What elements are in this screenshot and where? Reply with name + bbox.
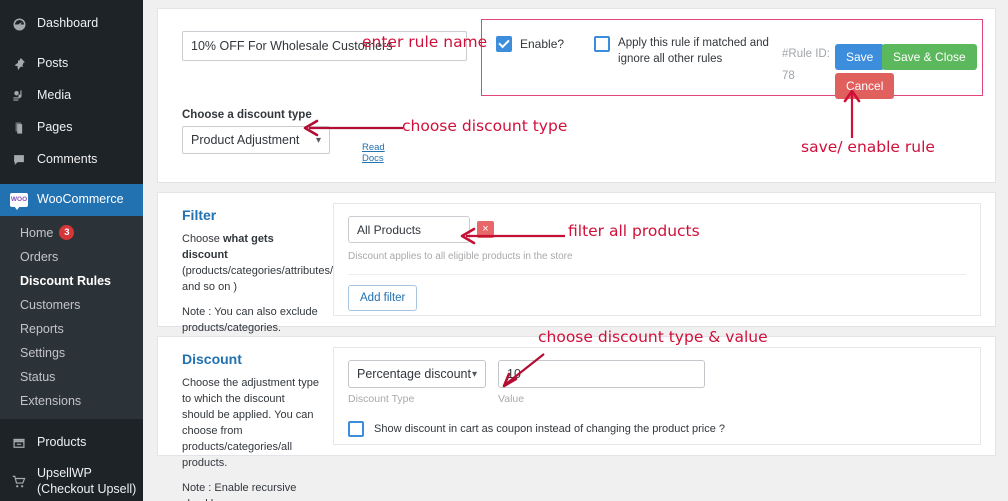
filter-desc-prefix: Choose bbox=[182, 233, 223, 245]
discount-type-label: Choose a discount type bbox=[182, 109, 312, 121]
sidebar-item-pages[interactable]: Pages bbox=[0, 112, 143, 144]
discount-type-value: Product Adjustment bbox=[191, 133, 300, 147]
sidebar-item-label: WooCommerce bbox=[37, 192, 124, 207]
discount-type-sublabel: Discount Type bbox=[348, 393, 415, 405]
rule-id-label: #Rule ID: bbox=[782, 48, 830, 60]
filter-divider bbox=[348, 274, 966, 275]
coupon-option-row: Show discount in cart as coupon instead … bbox=[348, 421, 966, 437]
discount-type-selected: Percentage discount bbox=[357, 367, 471, 381]
enable-save-panel: Enable? Apply this rule if matched and i… bbox=[481, 19, 983, 99]
sidebar-item-label: Products bbox=[37, 435, 87, 450]
sidebar-item-label: Posts bbox=[37, 56, 69, 71]
discount-panel: Discount Choose the adjustment type to w… bbox=[157, 336, 996, 501]
discount-value-sublabel: Value bbox=[498, 393, 525, 405]
woo-logo: WOO bbox=[10, 193, 28, 210]
discount-note: Note : Enable recursive checkbox bbox=[182, 481, 297, 501]
remove-filter-button[interactable]: × bbox=[477, 221, 494, 238]
show-as-coupon-checkbox[interactable] bbox=[348, 421, 364, 437]
discount-type-value-select[interactable]: Percentage discount ▾ bbox=[348, 360, 486, 388]
products-icon bbox=[10, 434, 28, 452]
chevron-down-icon: ▾ bbox=[471, 368, 477, 380]
app-root: Dashboard Posts Media Pages Comments WOO… bbox=[0, 0, 1008, 501]
apply-exclusive-checkbox[interactable] bbox=[594, 36, 611, 52]
sidebar-item-label: UpsellWP (Checkout Upsell) bbox=[37, 466, 137, 496]
cancel-button[interactable]: Cancel bbox=[835, 73, 895, 99]
show-as-coupon-label: Show discount in cart as coupon instead … bbox=[374, 423, 726, 435]
chevron-down-icon: ▾ bbox=[315, 134, 321, 146]
enable-label: Enable? bbox=[520, 37, 565, 51]
sidebar-subitem-home[interactable]: Home 3 bbox=[0, 220, 143, 245]
sidebar-item-comments[interactable]: Comments bbox=[0, 144, 143, 176]
read-docs-link[interactable]: Read Docs bbox=[362, 142, 385, 164]
sidebar-subitem-extensions[interactable]: Extensions bbox=[0, 389, 143, 413]
discount-title: Discount bbox=[182, 351, 242, 367]
sidebar-subitem-orders[interactable]: Orders bbox=[0, 245, 143, 269]
apply-exclusive-label: Apply this rule if matched and ignore al… bbox=[618, 37, 769, 65]
woocommerce-submenu: Home 3 Orders Discount Rules Customers R… bbox=[0, 216, 143, 419]
pages-icon bbox=[10, 119, 28, 137]
save-and-close-button[interactable]: Save & Close bbox=[882, 44, 977, 70]
main-content: Enable? Apply this rule if matched and i… bbox=[143, 0, 1008, 501]
filter-helper-text: Discount applies to all eligible product… bbox=[348, 251, 573, 262]
sidebar-subitem-label: Discount Rules bbox=[20, 274, 111, 288]
sidebar-item-posts[interactable]: Posts bbox=[0, 48, 143, 80]
sidebar-item-media[interactable]: Media bbox=[0, 80, 143, 112]
sidebar-item-label: Media bbox=[37, 88, 72, 103]
media-icon bbox=[10, 87, 28, 105]
sidebar-subitem-label: Home bbox=[20, 225, 54, 240]
pin-icon bbox=[10, 55, 28, 73]
sidebar-subitem-settings[interactable]: Settings bbox=[0, 341, 143, 365]
filter-panel: Filter Choose what gets discount (produc… bbox=[157, 192, 996, 334]
rule-id-value: 78 bbox=[782, 69, 795, 82]
filter-description: Choose what gets discount (products/cate… bbox=[182, 232, 356, 296]
sidebar-subitem-label: Extensions bbox=[20, 394, 82, 408]
woocommerce-icon: WOO bbox=[10, 191, 28, 210]
sidebar-subitem-customers[interactable]: Customers bbox=[0, 293, 143, 317]
filter-target-value: All Products bbox=[357, 222, 422, 237]
sidebar-item-label: Dashboard bbox=[37, 16, 99, 31]
add-filter-button[interactable]: Add filter bbox=[348, 285, 418, 311]
discount-type-field: Choose a discount type Product Adjustmen… bbox=[182, 109, 385, 164]
enable-checkbox[interactable] bbox=[496, 36, 512, 52]
sidebar-item-label: Pages bbox=[37, 120, 73, 135]
sidebar-item-dashboard[interactable]: Dashboard bbox=[0, 8, 143, 40]
rule-name-input[interactable] bbox=[182, 31, 467, 61]
filter-target-select[interactable]: All Products bbox=[348, 216, 470, 243]
sidebar-subitem-status[interactable]: Status bbox=[0, 365, 143, 389]
sidebar-subitem-discount-rules[interactable]: Discount Rules bbox=[0, 269, 143, 293]
filter-title: Filter bbox=[182, 207, 217, 223]
filter-description-column: Filter Choose what gets discount (produc… bbox=[158, 193, 356, 334]
comments-icon bbox=[10, 151, 28, 169]
sidebar-item-products[interactable]: Products bbox=[0, 427, 143, 459]
sidebar-item-upsellwp[interactable]: UpsellWP (Checkout Upsell) bbox=[0, 459, 143, 501]
discount-description: Choose the adjustment type to which the … bbox=[182, 377, 319, 469]
sidebar-subitem-label: Customers bbox=[20, 298, 81, 312]
sidebar-subitem-label: Orders bbox=[20, 250, 59, 264]
sidebar-item-woocommerce[interactable]: WOO WooCommerce bbox=[0, 184, 143, 216]
filter-controls: All Products × Discount applies to all e… bbox=[333, 203, 981, 316]
sidebar-item-label: Comments bbox=[37, 152, 98, 167]
discount-row: Percentage discount ▾ Discount Type Valu… bbox=[348, 360, 966, 405]
filter-note: Note : You can also exclude products/cat… bbox=[182, 305, 318, 334]
sidebar-subitem-label: Reports bbox=[20, 322, 64, 336]
admin-sidebar: Dashboard Posts Media Pages Comments WOO… bbox=[0, 0, 143, 501]
discount-description-column: Discount Choose the adjustment type to w… bbox=[158, 337, 333, 501]
filter-desc-suffix: (products/categories/attributes/SKU and … bbox=[182, 264, 356, 293]
rule-id-block: #Rule ID: 78 bbox=[782, 44, 830, 88]
discount-value-input[interactable] bbox=[498, 360, 705, 388]
sidebar-subitem-label: Settings bbox=[20, 346, 66, 360]
rule-header-panel: Enable? Apply this rule if matched and i… bbox=[157, 8, 996, 183]
save-button[interactable]: Save bbox=[835, 44, 885, 70]
sidebar-subitem-label: Status bbox=[20, 370, 56, 384]
filter-row: All Products × bbox=[348, 216, 966, 243]
dashboard-icon bbox=[10, 15, 28, 33]
sidebar-subitem-reports[interactable]: Reports bbox=[0, 317, 143, 341]
discount-type-select[interactable]: Product Adjustment ▾ bbox=[182, 126, 330, 154]
discount-controls: Percentage discount ▾ Discount Type Valu… bbox=[333, 347, 981, 445]
cart-icon bbox=[10, 473, 28, 491]
home-badge-count: 3 bbox=[59, 225, 75, 240]
